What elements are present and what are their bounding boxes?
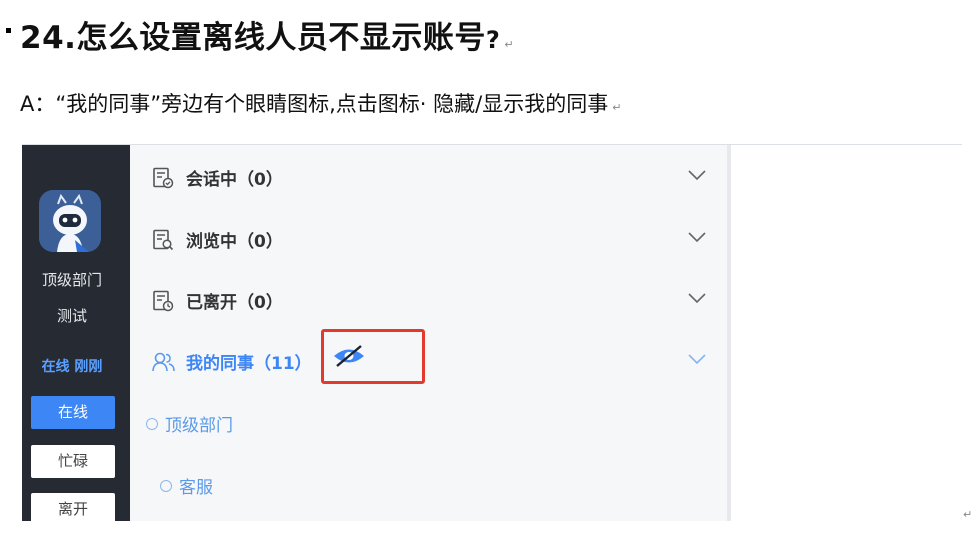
app-screenshot: 顶级部门 测试 在线 刚刚 在线 忙碌 离开 会话中（0） 浏览中（0） 已离开… xyxy=(22,144,962,521)
faq-heading: 24.怎么设置离线人员不显示账号? ↵ xyxy=(20,12,514,57)
group-label: 顶级部门 xyxy=(165,416,233,436)
section-my-colleagues[interactable]: 我的同事（11） xyxy=(130,341,727,381)
chevron-down-icon[interactable] xyxy=(688,353,706,365)
busy-button[interactable]: 忙碌 xyxy=(31,445,115,478)
status-label: 在线 刚刚 xyxy=(41,359,103,375)
paragraph-mark: ↵ xyxy=(612,101,622,114)
left-doc-icon xyxy=(153,290,174,312)
paragraph-mark: ↵ xyxy=(963,508,973,521)
section-label: 已离开（0） xyxy=(186,293,283,313)
avatar[interactable] xyxy=(39,190,101,252)
colleagues-icon xyxy=(152,352,175,372)
chevron-down-icon[interactable] xyxy=(688,292,706,304)
detail-panel xyxy=(731,145,962,521)
group-top-department[interactable]: 顶级部门 xyxy=(146,411,233,436)
answer-text: A：“我的同事”旁边有个眼睛图标,点击图标· 隐藏/显示我的同事 xyxy=(20,92,609,116)
heading-text: 24.怎么设置离线人员不显示账号 xyxy=(20,20,486,56)
chevron-down-icon[interactable] xyxy=(688,169,706,181)
expand-circle-icon xyxy=(160,480,172,492)
chevron-down-icon[interactable] xyxy=(688,231,706,243)
chat-doc-icon xyxy=(153,167,174,189)
heading-question-mark: ? xyxy=(485,26,501,54)
group-customer-service[interactable]: 客服 xyxy=(160,473,213,498)
browse-doc-icon xyxy=(153,229,174,251)
department-name: 顶级部门 xyxy=(41,271,102,289)
section-label: 浏览中（0） xyxy=(186,232,283,252)
faq-answer: A：“我的同事”旁边有个眼睛图标,点击图标· 隐藏/显示我的同事 ↵ xyxy=(20,88,621,118)
list-bullet xyxy=(6,28,11,33)
robot-avatar-icon xyxy=(39,190,101,252)
section-browsing[interactable]: 浏览中（0） xyxy=(130,219,727,259)
colleagues-label: 我的同事（11） xyxy=(186,354,312,374)
away-button[interactable]: 离开 xyxy=(31,493,115,521)
visitor-list-panel: 会话中（0） 浏览中（0） 已离开（0） 我的同事（11） 顶级部门 客服 xyxy=(130,145,727,521)
status-sidebar: 顶级部门 测试 在线 刚刚 在线 忙碌 离开 xyxy=(22,145,130,521)
group-label: 客服 xyxy=(179,478,213,498)
section-in-session[interactable]: 会话中（0） xyxy=(130,157,727,197)
user-name: 测试 xyxy=(56,307,87,325)
online-button[interactable]: 在线 xyxy=(31,396,115,429)
section-left[interactable]: 已离开（0） xyxy=(130,280,727,320)
section-label: 会话中（0） xyxy=(186,170,283,190)
expand-circle-icon xyxy=(146,418,158,430)
highlight-box xyxy=(321,329,425,384)
paragraph-mark: ↵ xyxy=(504,38,515,51)
